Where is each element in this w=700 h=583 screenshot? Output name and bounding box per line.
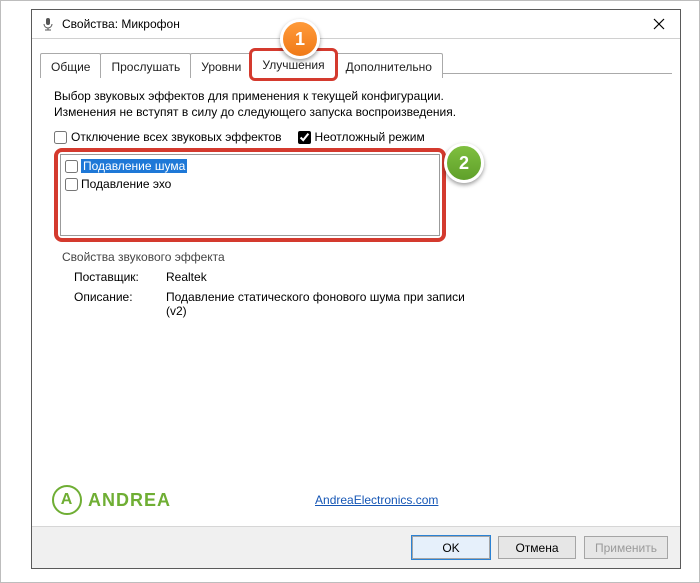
effect-noise-label: Подавление шума [81, 159, 187, 173]
callout-marker-1: 1 [280, 19, 320, 59]
tab-general[interactable]: Общие [40, 53, 101, 78]
effect-properties-label: Свойства звукового эффекта [62, 250, 658, 264]
callout-marker-2: 2 [444, 143, 484, 183]
top-check-row: Отключение всех звуковых эффектов Неотло… [54, 130, 658, 144]
description-value: Подавление статического фонового шума пр… [166, 290, 486, 318]
dialog-footer: OK Отмена Применить [32, 526, 680, 568]
andrea-logo-icon: A [52, 485, 82, 515]
disable-all-input[interactable] [54, 131, 67, 144]
effect-echo-row[interactable]: Подавление эхо [65, 175, 435, 193]
content-area: Общие Прослушать Уровни Улучшения Дополн… [32, 39, 680, 527]
effect-noise-checkbox[interactable] [65, 160, 78, 173]
titlebar: Свойства: Микрофон [32, 10, 680, 39]
description-key: Описание: [74, 290, 166, 318]
close-icon [653, 18, 665, 30]
panel-description: Выбор звуковых эффектов для применения к… [54, 88, 474, 120]
microphone-icon [40, 16, 56, 32]
vendor-link[interactable]: AndreaElectronics.com [315, 493, 438, 507]
immediate-mode-checkbox[interactable]: Неотложный режим [298, 130, 425, 144]
provider-key: Поставщик: [74, 270, 166, 284]
close-button[interactable] [638, 10, 680, 38]
apply-button[interactable]: Применить [584, 536, 668, 559]
provider-row: Поставщик: Realtek [74, 270, 658, 284]
andrea-logo: A ANDREA [52, 485, 171, 515]
disable-all-checkbox[interactable]: Отключение всех звуковых эффектов [54, 130, 282, 144]
effect-echo-label: Подавление эхо [81, 177, 171, 191]
window-title: Свойства: Микрофон [62, 17, 180, 31]
effects-list-highlight: Подавление шума Подавление эхо [54, 148, 446, 242]
effect-noise-row[interactable]: Подавление шума [65, 157, 435, 175]
description-row: Описание: Подавление статического фоново… [74, 290, 658, 318]
vendor-row: A ANDREA AndreaElectronics.com [52, 485, 438, 515]
immediate-mode-input[interactable] [298, 131, 311, 144]
window: Свойства: Микрофон Общие Прослушать Уров… [31, 9, 681, 569]
tab-levels[interactable]: Уровни [190, 53, 252, 78]
immediate-mode-label: Неотложный режим [315, 130, 425, 144]
andrea-logo-text: ANDREA [88, 490, 171, 511]
disable-all-label: Отключение всех звуковых эффектов [71, 130, 282, 144]
provider-value: Realtek [166, 270, 207, 284]
ok-button[interactable]: OK [412, 536, 490, 559]
effect-echo-checkbox[interactable] [65, 178, 78, 191]
tab-advanced[interactable]: Дополнительно [335, 53, 443, 78]
tabs-row: Общие Прослушать Уровни Улучшения Дополн… [40, 49, 672, 74]
cancel-button[interactable]: Отмена [498, 536, 576, 559]
enhancements-panel: Выбор звуковых эффектов для применения к… [48, 88, 664, 318]
tab-listen[interactable]: Прослушать [100, 53, 191, 78]
effects-list[interactable]: Подавление шума Подавление эхо [60, 154, 440, 236]
